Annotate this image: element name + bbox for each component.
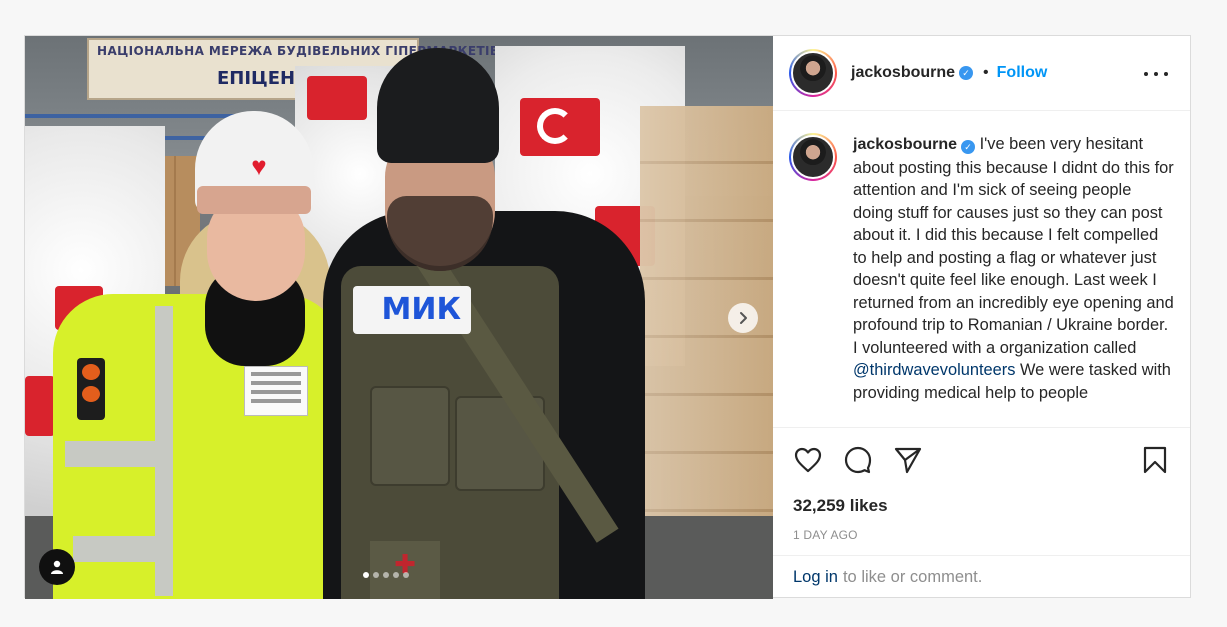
reflective-stripe xyxy=(65,441,155,467)
avatar-image xyxy=(791,135,835,179)
crescent-print xyxy=(537,108,573,144)
likes-count[interactable]: 32,259 likes xyxy=(773,492,1190,522)
dot-icon xyxy=(1164,72,1168,76)
carousel-next-button[interactable] xyxy=(728,303,758,333)
turkish-flag-print xyxy=(25,376,55,436)
caption-text: jackosbourne ✓ I've been very hesitant ab… xyxy=(853,133,1174,427)
press-patch: МИК xyxy=(353,286,471,334)
black-beanie xyxy=(377,48,499,163)
paper-plane-icon xyxy=(894,447,922,474)
action-bar xyxy=(773,427,1190,492)
more-options-button[interactable] xyxy=(1144,62,1168,86)
comment-icon xyxy=(844,446,872,474)
vest-pocket xyxy=(370,386,450,486)
comments-area[interactable]: jackosbourne ✓ I've been very hesitant ab… xyxy=(773,111,1190,427)
post-header: jackosbourne ✓ • Follow xyxy=(773,36,1190,111)
caption-body: I've been very hesitant about posting th… xyxy=(853,135,1174,357)
banner-text: НАЦІОНАЛЬНА МЕРЕЖА БУДІВЕЛЬНИХ ГІПЕРМАРК… xyxy=(97,44,500,58)
header-username[interactable]: jackosbourne xyxy=(851,64,955,82)
caption-mention-link[interactable]: @thirdwavevolunteers xyxy=(853,361,1015,379)
dot-icon xyxy=(1144,72,1148,76)
avatar[interactable] xyxy=(789,49,837,97)
post-sidebar: jackosbourne ✓ • Follow jackosbourne ✓ I'… xyxy=(773,36,1190,599)
carousel-dot[interactable] xyxy=(373,572,379,578)
user-tag-button[interactable] xyxy=(39,549,75,585)
post-media[interactable]: НАЦІОНАЛЬНА МЕРЕЖА БУДІВЕЛЬНИХ ГІПЕРМАРК… xyxy=(25,36,773,599)
post-date[interactable]: 1 DAY AGO xyxy=(773,522,1190,555)
heart-icon xyxy=(794,447,822,473)
save-button[interactable] xyxy=(1140,445,1170,475)
carousel-dot[interactable] xyxy=(363,572,369,578)
shoulder-patch xyxy=(77,358,105,420)
chevron-right-icon xyxy=(740,312,747,324)
comment-button[interactable] xyxy=(843,445,873,475)
like-button[interactable] xyxy=(793,445,823,475)
beanie-band xyxy=(197,186,311,214)
person-icon xyxy=(51,560,63,574)
bookmark-icon xyxy=(1143,446,1167,474)
verified-badge-icon: ✓ xyxy=(959,66,974,80)
reflective-stripe xyxy=(73,536,163,562)
login-suffix: to like or comment. xyxy=(842,568,983,586)
share-button[interactable] xyxy=(893,445,923,475)
turkish-flag-print xyxy=(307,76,367,120)
carousel-dot[interactable] xyxy=(383,572,389,578)
post-card: НАЦІОНАЛЬНА МЕРЕЖА БУДІВЕЛЬНИХ ГІПЕРМАРК… xyxy=(24,35,1191,599)
dot-icon xyxy=(1154,72,1158,76)
header-user: jackosbourne ✓ • Follow xyxy=(851,64,1047,82)
medkit-pouch: ✚ xyxy=(370,541,440,599)
verified-badge-icon: ✓ xyxy=(961,140,976,155)
follow-button[interactable]: Follow xyxy=(997,64,1048,82)
caption-username[interactable]: jackosbourne xyxy=(853,136,957,153)
separator-dot: • xyxy=(983,64,989,81)
carousel-dot[interactable] xyxy=(393,572,399,578)
heart-emblem-icon: ♥ xyxy=(251,151,267,181)
caption-avatar[interactable] xyxy=(789,133,837,181)
login-prompt: Log in to like or comment. xyxy=(773,555,1190,599)
avatar-image xyxy=(791,51,835,95)
id-badge xyxy=(244,366,308,416)
carousel-dots xyxy=(363,572,409,578)
carousel-dot[interactable] xyxy=(403,572,409,578)
login-link[interactable]: Log in xyxy=(793,568,838,587)
